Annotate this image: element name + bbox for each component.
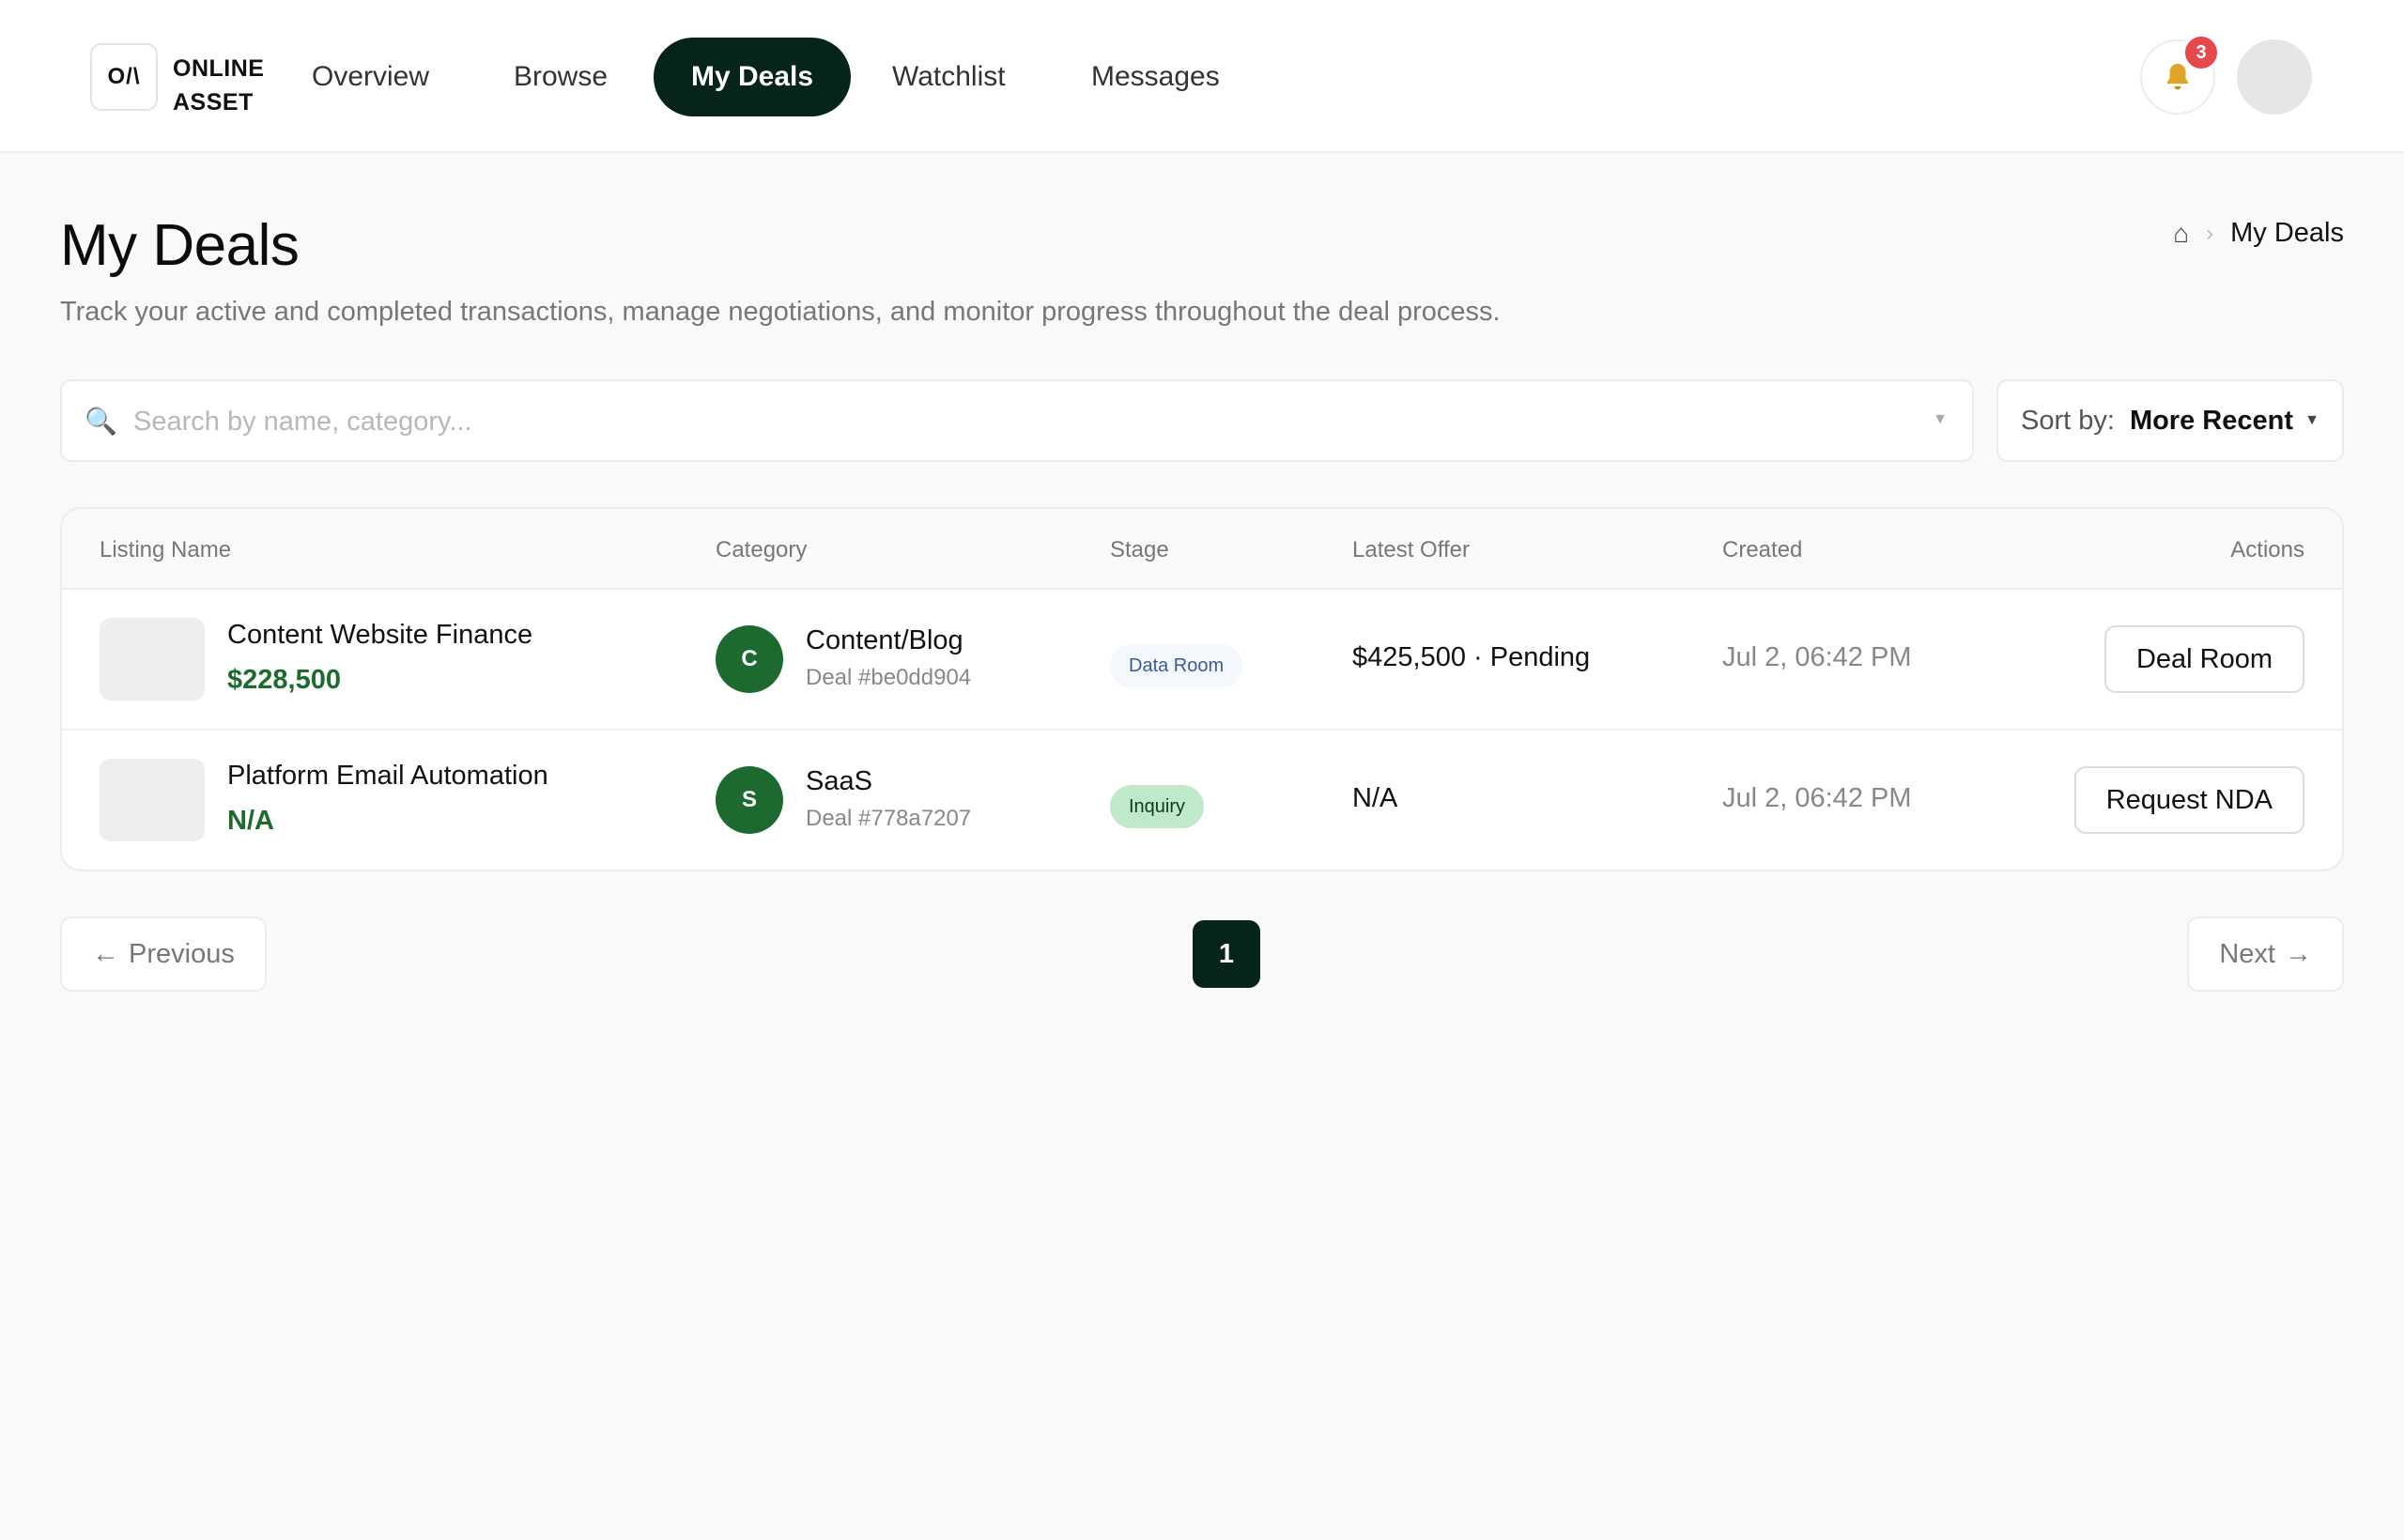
table-row: Platform Email Automation N/A S SaaS Dea… <box>62 731 2342 870</box>
nav-item-my-deals[interactable]: My Deals <box>654 38 852 116</box>
deal-id: Deal #778a7207 <box>806 806 972 831</box>
page-subtitle: Track your active and completed transact… <box>60 297 1501 327</box>
chevron-down-icon: ▼ <box>2304 412 2319 428</box>
top-navigation-bar: O/\ ONLINE ASSET Overview Browse My Deal… <box>0 0 2404 153</box>
search-bar: 🔍 ▼ <box>60 379 1974 462</box>
sort-dropdown[interactable]: Sort by: More Recent ▼ <box>1996 379 2344 462</box>
nav-item-overview[interactable]: Overview <box>274 38 467 116</box>
notification-count-badge: 3 <box>2182 34 2220 71</box>
deal-room-button[interactable]: Deal Room <box>2104 625 2304 693</box>
breadcrumb: ⌂ › My Deals <box>2173 218 2344 249</box>
listing-thumbnail[interactable] <box>100 618 205 701</box>
nav-item-browse[interactable]: Browse <box>476 38 645 116</box>
category-avatar: S <box>716 766 783 834</box>
latest-offer: N/A <box>1352 783 1398 813</box>
table-header: Listing Name Category Stage Latest Offer… <box>62 509 2342 590</box>
column-header-created: Created <box>1722 537 1803 562</box>
sort-label: Sort by: <box>2021 405 2115 436</box>
listing-thumbnail[interactable] <box>100 759 205 841</box>
brand-name-line2: ASSET <box>173 89 254 116</box>
column-header-latest-offer: Latest Offer <box>1352 537 1470 562</box>
page-title: My Deals <box>60 213 300 278</box>
stage-badge: Data Room <box>1110 644 1243 687</box>
sort-value: More Recent <box>2129 405 2293 436</box>
arrow-right-icon: → <box>2285 938 2312 969</box>
table-row: Content Website Finance $228,500 C Conte… <box>62 590 2342 731</box>
search-input[interactable] <box>133 398 1918 445</box>
previous-page-button[interactable]: ← Previous <box>60 916 267 992</box>
previous-label: Previous <box>129 938 235 969</box>
nav-item-watchlist[interactable]: Watchlist <box>855 38 1043 116</box>
column-header-stage: Stage <box>1110 537 1169 562</box>
next-label: Next <box>2219 938 2275 969</box>
home-icon[interactable]: ⌂ <box>2173 219 2189 249</box>
page-number-1[interactable]: 1 <box>1193 920 1260 988</box>
created-date: Jul 2, 06:42 PM <box>1722 642 1912 672</box>
column-header-category: Category <box>716 537 808 562</box>
latest-offer: $425,500 · Pending <box>1352 642 1591 672</box>
category-name: SaaS <box>806 766 872 796</box>
column-header-actions: Actions <box>2230 537 2304 562</box>
deal-id: Deal #be0dd904 <box>806 665 972 690</box>
breadcrumb-current: My Deals <box>2230 218 2344 248</box>
stage-badge: Inquiry <box>1110 785 1205 828</box>
listing-price: $228,500 <box>227 665 341 695</box>
user-avatar[interactable] <box>2237 39 2312 115</box>
chevron-down-icon[interactable]: ▼ <box>1933 411 1948 428</box>
nav-item-messages[interactable]: Messages <box>1054 38 1257 116</box>
logo-mark[interactable]: O/\ <box>90 43 158 111</box>
chevron-right-icon: › <box>2206 220 2214 246</box>
search-icon: 🔍 <box>85 407 117 436</box>
category-name: Content/Blog <box>806 625 963 655</box>
arrow-left-icon: ← <box>92 938 119 969</box>
brand-name[interactable]: ONLINE ASSET <box>173 49 264 122</box>
column-header-listing-name: Listing Name <box>100 537 232 562</box>
created-date: Jul 2, 06:42 PM <box>1722 783 1912 813</box>
listing-name[interactable]: Platform Email Automation <box>227 761 548 792</box>
listing-name[interactable]: Content Website Finance <box>227 620 532 651</box>
request-nda-button[interactable]: Request NDA <box>2073 766 2304 834</box>
listing-price: N/A <box>227 806 274 836</box>
next-page-button[interactable]: Next → <box>2187 916 2344 992</box>
category-avatar: C <box>716 625 783 693</box>
deals-table: Listing Name Category Stage Latest Offer… <box>60 507 2344 871</box>
